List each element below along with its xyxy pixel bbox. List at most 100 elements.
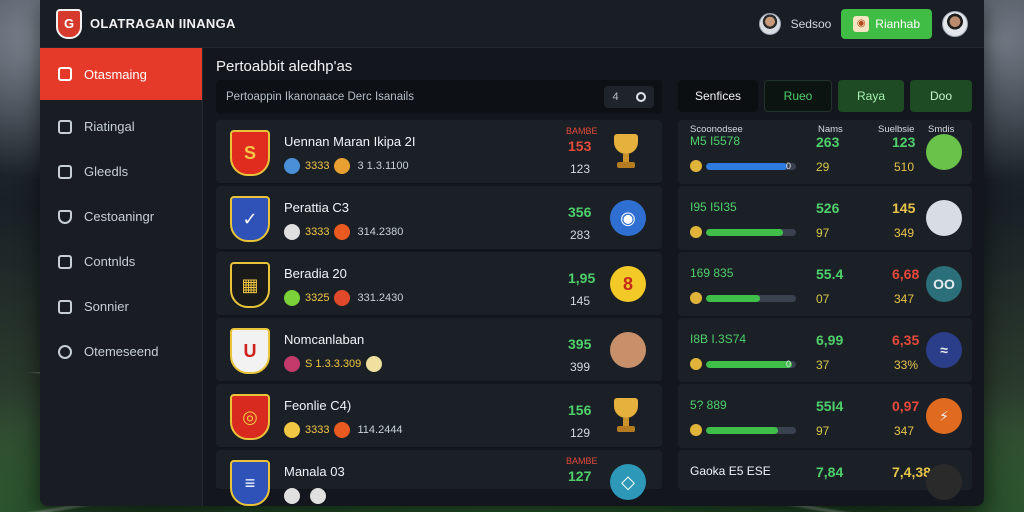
- sidebar-item-5[interactable]: Sonnier: [40, 284, 202, 329]
- stats-row-title: 5? 889: [690, 398, 727, 412]
- team-meta-primary: 3333: [305, 160, 330, 172]
- user-name[interactable]: Sedsoo: [791, 17, 832, 31]
- trophy-icon: [610, 398, 642, 434]
- team-name: Nomcanlaban: [284, 332, 365, 347]
- team-meta: S 1.3.3.309: [284, 356, 389, 372]
- tab-services[interactable]: Senfices: [678, 80, 758, 112]
- team-meta-secondary: 314.2380: [357, 226, 404, 238]
- stats-row[interactable]: 169 835 55.4 07 6,68 347 OO: [678, 252, 972, 316]
- team-name: Feonlie C4): [284, 398, 352, 413]
- progress-row: 0: [690, 160, 796, 172]
- stat-b-secondary: 33%: [894, 358, 919, 372]
- team-crest-icon: ✓: [230, 196, 270, 242]
- tab-raya[interactable]: Raya: [838, 80, 904, 112]
- home-icon: [58, 164, 72, 179]
- sidebar-item-0[interactable]: Otasmaing: [40, 48, 202, 100]
- progress-value: 0: [786, 359, 792, 369]
- player-avatar[interactable]: OO: [926, 266, 962, 302]
- stat-primary: 395: [568, 336, 592, 352]
- stat-a-secondary: 07: [816, 292, 830, 306]
- app-window: G OLATRAGAN IINANGA Sedsoo ◉ Rianhab Ota…: [40, 0, 984, 506]
- stat-a: 7,84: [816, 464, 844, 480]
- player-avatar[interactable]: [926, 200, 962, 236]
- stats-row-title: I95 I5I35: [690, 200, 737, 214]
- stat-b: 7,4,38: [892, 464, 931, 480]
- team-card[interactable]: ≡ Manala 03 BAMBE 127 ◇: [216, 450, 662, 506]
- toggle-icon: [635, 92, 646, 102]
- sidebar-item-3[interactable]: Cestoaningr: [40, 194, 202, 239]
- trophy-stem: [623, 418, 629, 426]
- stat-a: 55I4: [816, 398, 844, 414]
- player-avatar[interactable]: [926, 464, 962, 500]
- progress-icon: [690, 358, 702, 370]
- team-meta-primary: 3333: [305, 226, 330, 238]
- team-name: Manala 03: [284, 464, 345, 479]
- stats-row-title: 169 835: [690, 266, 734, 280]
- main-content: Pertoabbit aledhp'as Pertoappin Ikanonaa…: [216, 48, 972, 506]
- tab-rueo[interactable]: Rueo: [764, 80, 832, 112]
- sidebar-item-2[interactable]: Gleedls: [40, 149, 202, 194]
- trophy-base: [617, 426, 635, 432]
- cta-button[interactable]: ◉ Rianhab: [841, 8, 932, 39]
- stats-row[interactable]: I8B I.3S74 0 6,99 37 6,35 33% ≈: [678, 318, 972, 382]
- stat-secondary: 123: [570, 162, 591, 176]
- progress-bar: [706, 228, 796, 236]
- club-badge-icon: ◇: [610, 464, 646, 500]
- trophy-base: [617, 162, 635, 168]
- team-meta-secondary: 3 1.3.1100: [357, 160, 409, 172]
- progress-bar: [706, 426, 796, 434]
- team-card[interactable]: U Nomcanlaban S 1.3.3.309 395 399: [216, 318, 662, 382]
- team-card[interactable]: ✓ Perattia C3 3333 314.2380 356 283 ◉: [216, 186, 662, 250]
- stat-secondary: 283: [570, 228, 591, 242]
- team-card[interactable]: ▦ Beradia 20 3325 331.2430 1,95 145 8: [216, 252, 662, 316]
- player-avatar[interactable]: ≈: [926, 332, 962, 368]
- sidebar-item-1[interactable]: Riatingal: [40, 104, 202, 149]
- coin-icon: [284, 224, 300, 240]
- stat-secondary: 129: [570, 426, 591, 440]
- stats-row[interactable]: Gaoka E5 ESE 7,84 7,4,38: [678, 450, 972, 500]
- progress-bar: [706, 360, 796, 368]
- progress-fill: [706, 294, 760, 302]
- user-avatar[interactable]: [758, 12, 781, 35]
- progress-row: [690, 292, 796, 304]
- app-title: OLATRAGAN IINANGA: [90, 16, 236, 31]
- filter-control[interactable]: 4: [604, 86, 654, 108]
- coin-icon: [284, 158, 300, 174]
- brand[interactable]: G OLATRAGAN IINANGA: [56, 8, 236, 39]
- stat-b-secondary: 347: [894, 424, 915, 438]
- logo-shield-icon: G: [56, 8, 82, 39]
- stat-secondary: 145: [570, 294, 591, 308]
- player-avatar[interactable]: ⚡: [926, 398, 962, 434]
- filter-bar[interactable]: Pertoappin Ikanonaace Derc Isanails 4: [216, 80, 662, 114]
- coin-icon: [334, 158, 351, 174]
- progress-icon: [690, 160, 702, 172]
- stat-b-secondary: 510: [894, 160, 915, 174]
- profile-avatar[interactable]: [942, 10, 968, 37]
- stats-row[interactable]: I95 I5I35 526 97 145 349: [678, 186, 972, 250]
- progress-fill: [706, 426, 778, 434]
- upload-icon: [58, 254, 72, 269]
- stats-row-title: M5 I5578: [690, 134, 741, 148]
- team-card[interactable]: S Uennan Maran Ikipa 2I 3333 3 1.3.1100 BAMB…: [216, 120, 662, 184]
- progress-fill: [706, 360, 792, 368]
- sidebar-item-6[interactable]: Otemeseend: [40, 329, 202, 374]
- stat-b-secondary: 347: [894, 292, 915, 306]
- sidebar-item-label: Sonnier: [84, 299, 129, 314]
- coin-icon: [366, 356, 383, 372]
- stat-b: 6,68: [892, 266, 920, 282]
- sidebar-item-label: Riatingal: [84, 119, 135, 134]
- stat-primary: 127: [568, 468, 592, 484]
- team-crest-icon: ▦: [230, 262, 270, 308]
- player-avatar[interactable]: [926, 134, 962, 170]
- player-avatar-icon: [610, 332, 646, 368]
- sidebar-item-4[interactable]: Contnlds: [40, 239, 202, 284]
- progress-row: 0: [690, 358, 796, 370]
- tab-doo[interactable]: Doo: [910, 80, 972, 112]
- stats-row[interactable]: 5? 889 55I4 97 0,97 347 ⚡: [678, 384, 972, 448]
- team-meta-secondary: 114.2444: [357, 424, 403, 436]
- progress-row: [690, 424, 796, 436]
- stat-a: 55.4: [816, 266, 844, 282]
- team-card[interactable]: ◎ Feonlie C4) 3333 114.2444 156 129: [216, 384, 662, 448]
- stat-primary: 1,95: [568, 270, 596, 286]
- stat-a: 263: [816, 134, 840, 150]
